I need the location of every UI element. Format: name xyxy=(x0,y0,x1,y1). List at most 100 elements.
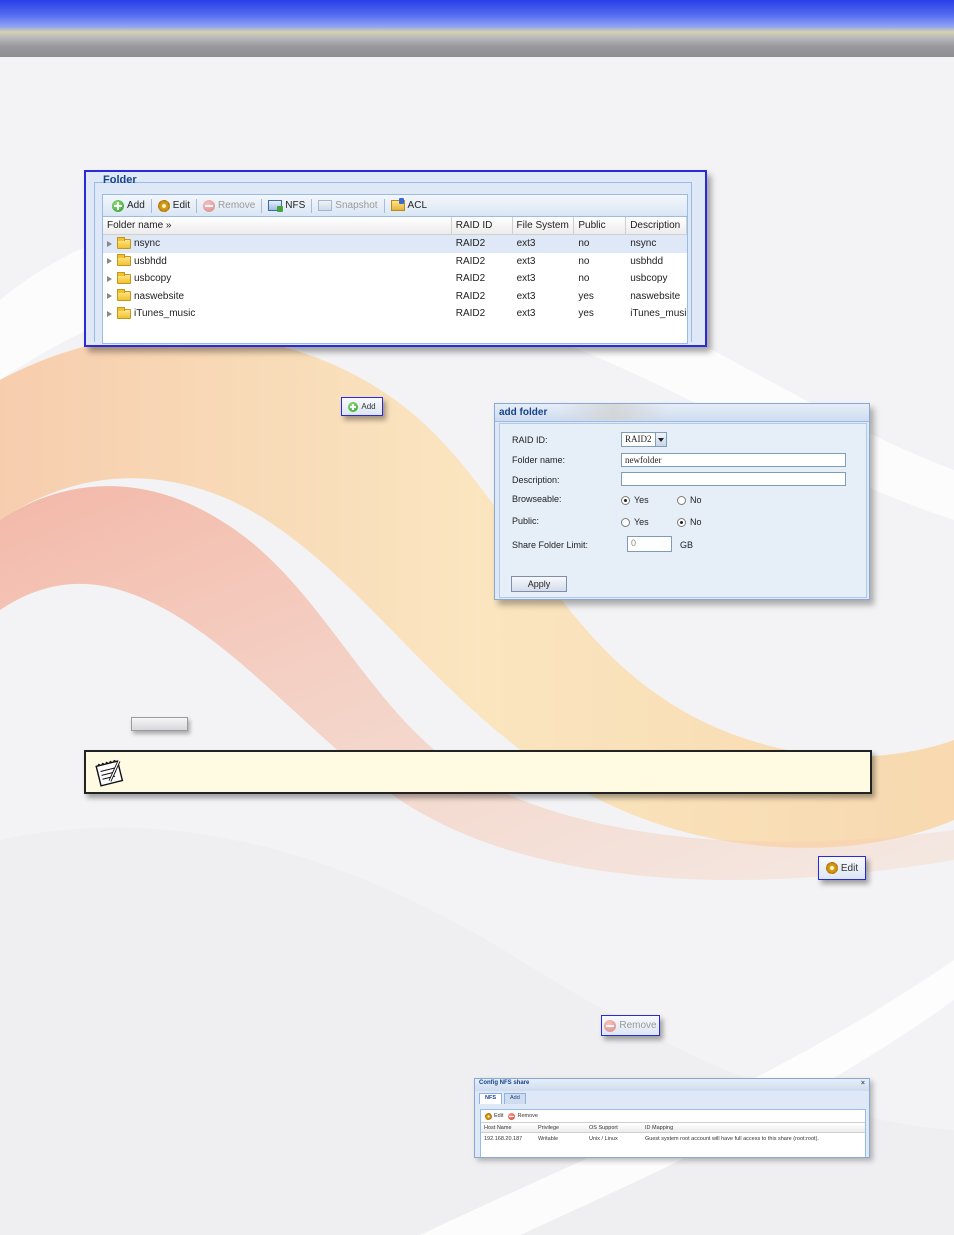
description-cell: nsync xyxy=(630,238,657,250)
toolbar-separator xyxy=(383,198,385,213)
remove-icon xyxy=(203,199,216,212)
apply-button[interactable]: Apply xyxy=(511,576,567,592)
dialog-title-bar: add folder xyxy=(495,404,869,422)
nfs-button[interactable]: NFS xyxy=(263,197,310,215)
raid-id-cell: RAID2 xyxy=(455,238,486,250)
column-header-privilege[interactable]: Privilege xyxy=(535,1125,586,1131)
add-button-callout[interactable]: Add xyxy=(341,397,383,416)
add-label: Add xyxy=(127,200,145,211)
nfs-remove-button[interactable]: Remove xyxy=(508,1112,538,1120)
folder-name: iTunes_music xyxy=(134,308,196,320)
column-header-file-system[interactable]: File System xyxy=(513,217,575,234)
folder-panel: Folder Add Edit Remove NFS Snapshot ACL … xyxy=(84,170,707,347)
column-header-public[interactable]: Public xyxy=(574,217,627,234)
nfs-edit-label: Edit xyxy=(494,1113,504,1119)
table-row[interactable]: nsync RAID2 ext3 no nsync xyxy=(103,235,687,253)
public-cell: no xyxy=(578,255,590,267)
os-support-cell: Unix / Linux xyxy=(589,1135,618,1142)
description-label: Description: xyxy=(512,475,560,485)
acl-label: ACL xyxy=(407,200,427,211)
public-yes-radio[interactable]: Yes xyxy=(621,517,649,527)
public-yes-label: Yes xyxy=(634,517,649,527)
column-header-id-mapping[interactable]: ID Mapping xyxy=(642,1125,862,1131)
blank-button[interactable] xyxy=(131,717,188,731)
public-label: Public: xyxy=(512,516,540,526)
snapshot-label: Snapshot xyxy=(335,200,378,211)
browseable-yes-radio[interactable]: Yes xyxy=(621,495,649,505)
nfs-grid-header: Host Name Privilege OS Support ID Mappin… xyxy=(481,1122,865,1133)
folder-toolbar: Add Edit Remove NFS Snapshot ACL xyxy=(103,195,687,217)
toolbar-separator xyxy=(150,198,152,213)
description-input[interactable] xyxy=(621,472,846,486)
table-row[interactable]: iTunes_music RAID2 ext3 yes iTunes_music xyxy=(103,305,687,323)
note-box xyxy=(84,750,872,794)
nfs-grid-container: Edit Remove Host Name Privilege OS Suppo… xyxy=(480,1109,866,1157)
gear-icon xyxy=(485,1112,492,1120)
id-mapping-cell: Guest system root account will have full… xyxy=(645,1135,819,1142)
browseable-no-label: No xyxy=(690,495,702,505)
raid-id-cell: RAID2 xyxy=(455,290,486,302)
dialog-body: RAID ID: RAID2 Folder name: newfolder De… xyxy=(499,423,867,598)
raid-id-select[interactable]: RAID2 xyxy=(621,432,667,447)
browseable-label: Browseable: xyxy=(512,494,562,504)
column-header-raid-id[interactable]: RAID ID xyxy=(452,217,513,234)
nfs-label: NFS xyxy=(285,200,306,211)
nfs-remove-label: Remove xyxy=(517,1113,538,1119)
expand-arrow-icon[interactable] xyxy=(107,258,112,265)
remove-button[interactable]: Remove xyxy=(198,197,260,215)
file-system-cell: ext3 xyxy=(516,290,536,302)
chevron-down-icon[interactable] xyxy=(655,433,666,446)
gear-icon xyxy=(157,199,170,212)
nfs-edit-button[interactable]: Edit xyxy=(485,1112,504,1120)
share-limit-unit: GB xyxy=(680,540,694,550)
column-header-host-name[interactable]: Host Name xyxy=(481,1125,535,1131)
tab-nfs[interactable]: NFS xyxy=(479,1093,502,1104)
edit-button[interactable]: Edit xyxy=(153,197,195,215)
table-row[interactable]: usbhdd RAID2 ext3 no usbhdd xyxy=(103,253,687,271)
gear-icon xyxy=(825,862,838,874)
remove-icon xyxy=(604,1019,617,1032)
expand-arrow-icon[interactable] xyxy=(107,275,112,282)
remove-button-callout[interactable]: Remove xyxy=(601,1015,660,1036)
expand-arrow-icon[interactable] xyxy=(107,310,112,317)
close-icon[interactable]: × xyxy=(861,1080,865,1087)
remove-button-label: Remove xyxy=(619,1020,657,1031)
expand-arrow-icon[interactable] xyxy=(107,293,112,300)
add-button[interactable]: Add xyxy=(107,197,150,215)
host-name-cell: 192.168.20.187 xyxy=(484,1135,523,1142)
snapshot-icon xyxy=(318,200,333,211)
share-limit-input[interactable]: 0 xyxy=(627,536,672,552)
tab-add[interactable]: Add xyxy=(504,1093,526,1104)
file-system-cell: ext3 xyxy=(516,308,536,320)
folder-grid-container: Add Edit Remove NFS Snapshot ACL Folder … xyxy=(102,194,688,344)
folder-name: naswebsite xyxy=(134,290,185,302)
toolbar-separator xyxy=(261,198,263,213)
edit-button-label: Edit xyxy=(840,862,859,874)
snapshot-button[interactable]: Snapshot xyxy=(313,197,382,215)
public-no-radio[interactable]: No xyxy=(677,517,702,527)
column-header-description[interactable]: Description xyxy=(626,217,687,234)
folder-name-input[interactable]: newfolder xyxy=(621,453,846,467)
table-row[interactable]: usbcopy RAID2 ext3 no usbcopy xyxy=(103,270,687,288)
browseable-no-radio[interactable]: No xyxy=(677,495,702,505)
folder-icon xyxy=(117,289,131,302)
privilege-cell: Writable xyxy=(538,1135,559,1142)
table-row[interactable]: 192.168.20.187 Writable Unix / Linux Gue… xyxy=(481,1133,865,1144)
expand-arrow-icon[interactable] xyxy=(107,240,112,247)
edit-button-callout[interactable]: Edit xyxy=(818,856,866,880)
raid-id-value: RAID2 xyxy=(625,434,652,444)
column-header-os-support[interactable]: OS Support xyxy=(586,1125,642,1131)
acl-button[interactable]: ACL xyxy=(386,197,432,215)
folder-name-label: Folder name: xyxy=(512,455,566,465)
dialog-title: add folder xyxy=(499,407,548,418)
add-icon xyxy=(348,401,359,412)
folder-name: usbhdd xyxy=(134,255,167,267)
table-row[interactable]: naswebsite RAID2 ext3 yes naswebsite xyxy=(103,288,687,306)
edit-label: Edit xyxy=(172,200,191,211)
description-cell: iTunes_music xyxy=(630,308,688,320)
header-band xyxy=(0,0,954,57)
nfs-share-icon xyxy=(268,200,284,212)
radio-empty-icon xyxy=(677,495,686,505)
raid-id-cell: RAID2 xyxy=(455,255,486,267)
column-header-folder-name[interactable]: Folder name » xyxy=(103,217,452,234)
